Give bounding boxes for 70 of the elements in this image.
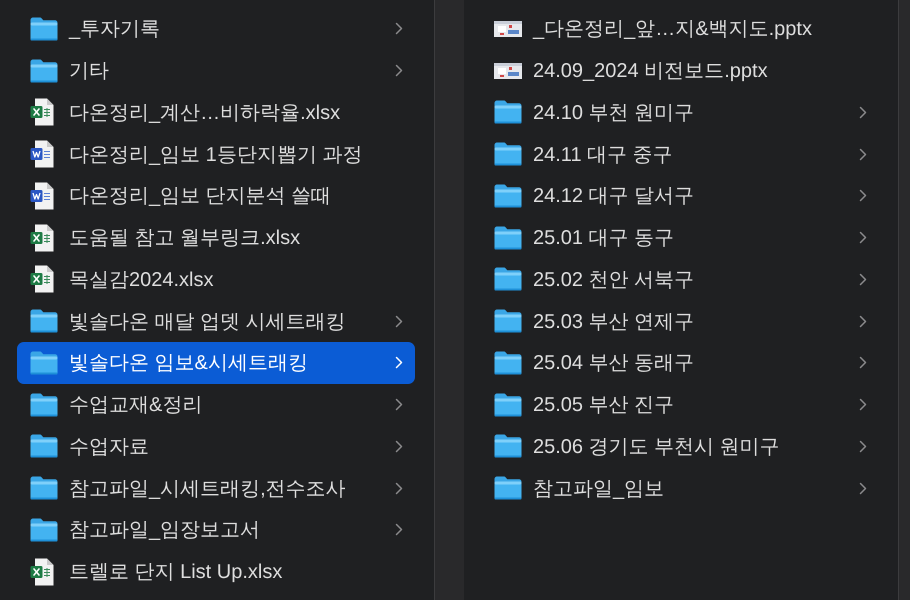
chevron-right-icon xyxy=(395,314,403,328)
folder-row[interactable]: 수업자료 xyxy=(17,426,415,468)
chevron-right-icon xyxy=(859,189,867,202)
folder-row[interactable]: 25.01 대구 동구 xyxy=(481,216,879,258)
folder-icon xyxy=(30,16,58,41)
folder-row[interactable]: 24.12 대구 달서구 xyxy=(481,175,879,217)
chevron-right-icon xyxy=(395,523,403,536)
chevron-right-icon xyxy=(859,440,867,453)
folder-icon xyxy=(494,350,522,375)
spreadsheet-file-row[interactable]: 도움될 참고 월부링크.xlsx xyxy=(17,216,415,258)
chevron-right-icon xyxy=(859,398,867,412)
folder-icon xyxy=(494,100,522,124)
chevron-right-icon xyxy=(395,356,403,370)
folder-row[interactable]: 수업교재&정리 xyxy=(17,384,415,426)
folder-icon xyxy=(494,267,522,292)
chevron-right-icon xyxy=(395,22,403,36)
folder-icon xyxy=(494,476,522,500)
document-file-row[interactable]: 다온정리_임보 1등단지뽑기 과정 xyxy=(17,133,415,175)
folder-row[interactable]: 참고파일_시세트래킹,전수조사 xyxy=(17,467,415,509)
folder-row[interactable]: 25.05 부산 진구 xyxy=(481,384,879,426)
slide-thumbnail-icon xyxy=(494,20,522,37)
folder-icon xyxy=(494,226,522,250)
chevron-right-icon xyxy=(859,272,867,286)
folder-icon xyxy=(30,350,58,375)
folder-icon xyxy=(494,309,522,334)
folder-row[interactable]: 25.04 부산 동래구 xyxy=(481,342,879,384)
chevron-right-icon xyxy=(859,148,867,161)
folder-row[interactable]: 참고파일_임보 xyxy=(481,467,879,509)
chevron-right-icon xyxy=(395,64,403,78)
folder-row[interactable]: 24.10 부천 원미구 xyxy=(481,92,879,134)
folder-row[interactable]: 25.06 경기도 부천시 원미구 xyxy=(481,426,879,468)
chevron-right-icon xyxy=(395,482,403,495)
folder-icon xyxy=(494,184,522,208)
chevron-right-icon xyxy=(859,314,867,328)
chevron-right-icon xyxy=(859,482,867,495)
folder-row[interactable]: 빛솔다온 매달 업뎃 시세트래킹 xyxy=(17,300,415,342)
spreadsheet-file-row[interactable]: 목실감2024.xlsx xyxy=(17,258,415,300)
document-file-icon xyxy=(30,140,54,168)
spreadsheet-file-row[interactable]: 다온정리_계산…비하락율.xlsx xyxy=(17,92,415,134)
chevron-right-icon xyxy=(395,440,403,453)
chevron-right-icon xyxy=(859,356,867,370)
folder-icon xyxy=(30,434,58,458)
folder-icon xyxy=(30,309,58,334)
folder-icon xyxy=(30,518,58,542)
folder-row[interactable]: 25.03 부산 연제구 xyxy=(481,300,879,342)
folder-row[interactable]: 24.11 대구 중구 xyxy=(481,133,879,175)
slide-thumbnail-icon xyxy=(494,62,522,79)
folder-row[interactable]: 25.02 천안 서북구 xyxy=(481,258,879,300)
chevron-right-icon xyxy=(859,106,867,119)
presentation-file-row[interactable]: _다온정리_앞…지&백지도.pptx xyxy=(481,8,879,50)
chevron-right-icon xyxy=(859,231,867,244)
folder-row[interactable]: 참고파일_임장보고서 xyxy=(17,509,415,551)
folder-icon xyxy=(494,434,522,458)
folder-icon xyxy=(30,476,58,500)
folder-icon xyxy=(494,142,522,166)
chevron-right-icon xyxy=(395,398,403,412)
folder-icon xyxy=(30,392,58,417)
spreadsheet-file-icon xyxy=(30,265,54,294)
folder-row[interactable]: 빛솔다온 임보&시세트래킹 xyxy=(17,342,415,384)
spreadsheet-file-icon xyxy=(30,98,54,126)
document-file-row[interactable]: 다온정리_임보 단지분석 쓸때 xyxy=(17,175,415,217)
spreadsheet-file-row[interactable]: 트렐로 단지 List Up.xlsx xyxy=(17,550,415,592)
presentation-file-row[interactable]: 24.09_2024 비전보드.pptx xyxy=(481,50,879,92)
spreadsheet-file-icon xyxy=(30,224,54,252)
folder-icon xyxy=(30,58,58,83)
document-file-icon xyxy=(30,182,54,210)
folder-row[interactable]: _투자기록 xyxy=(17,8,415,50)
spreadsheet-file-icon xyxy=(30,558,54,586)
folder-icon xyxy=(494,392,522,417)
folder-row[interactable]: 기타 xyxy=(17,50,415,92)
